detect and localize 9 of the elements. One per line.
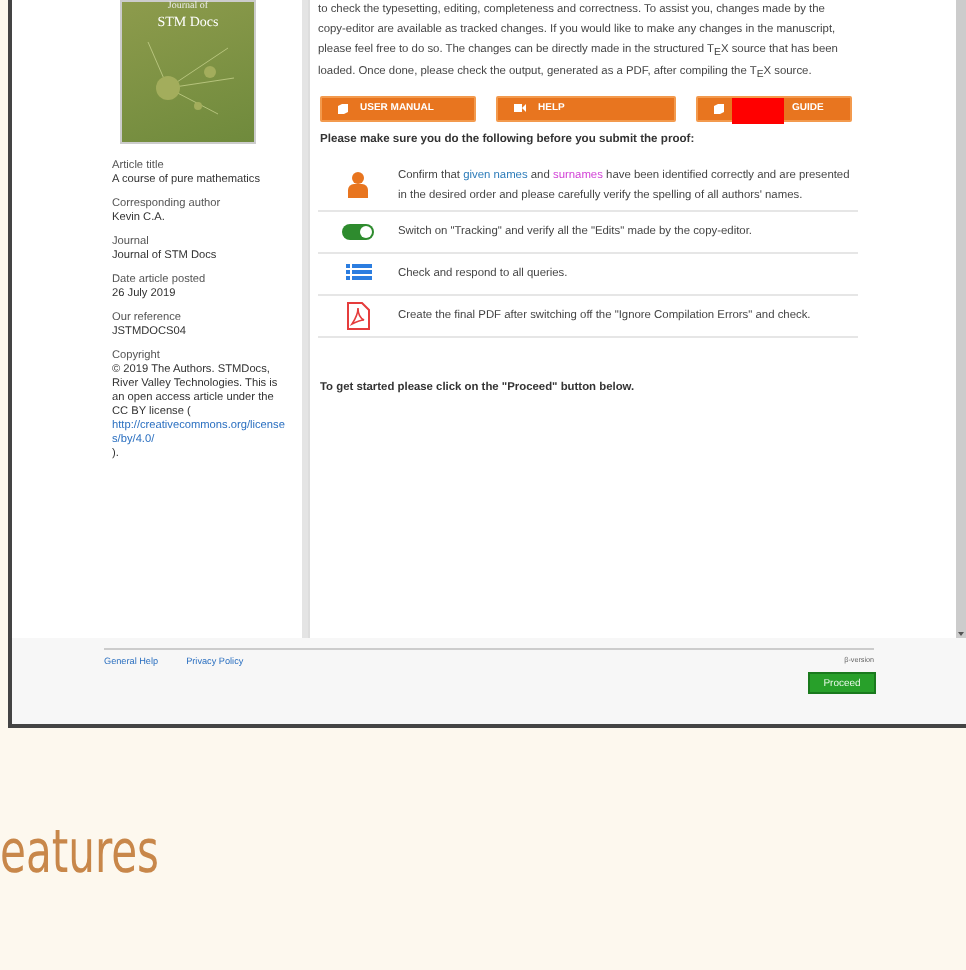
person-icon xyxy=(348,172,368,199)
book-icon xyxy=(338,103,348,114)
book-icon xyxy=(714,103,724,114)
pdf-icon xyxy=(346,301,370,330)
video-camera-icon xyxy=(514,104,526,113)
scroll-down-icon[interactable] xyxy=(956,628,966,638)
section-heading: eatures xyxy=(0,820,160,888)
toggle-icon xyxy=(342,223,374,240)
list-icon xyxy=(345,264,371,283)
